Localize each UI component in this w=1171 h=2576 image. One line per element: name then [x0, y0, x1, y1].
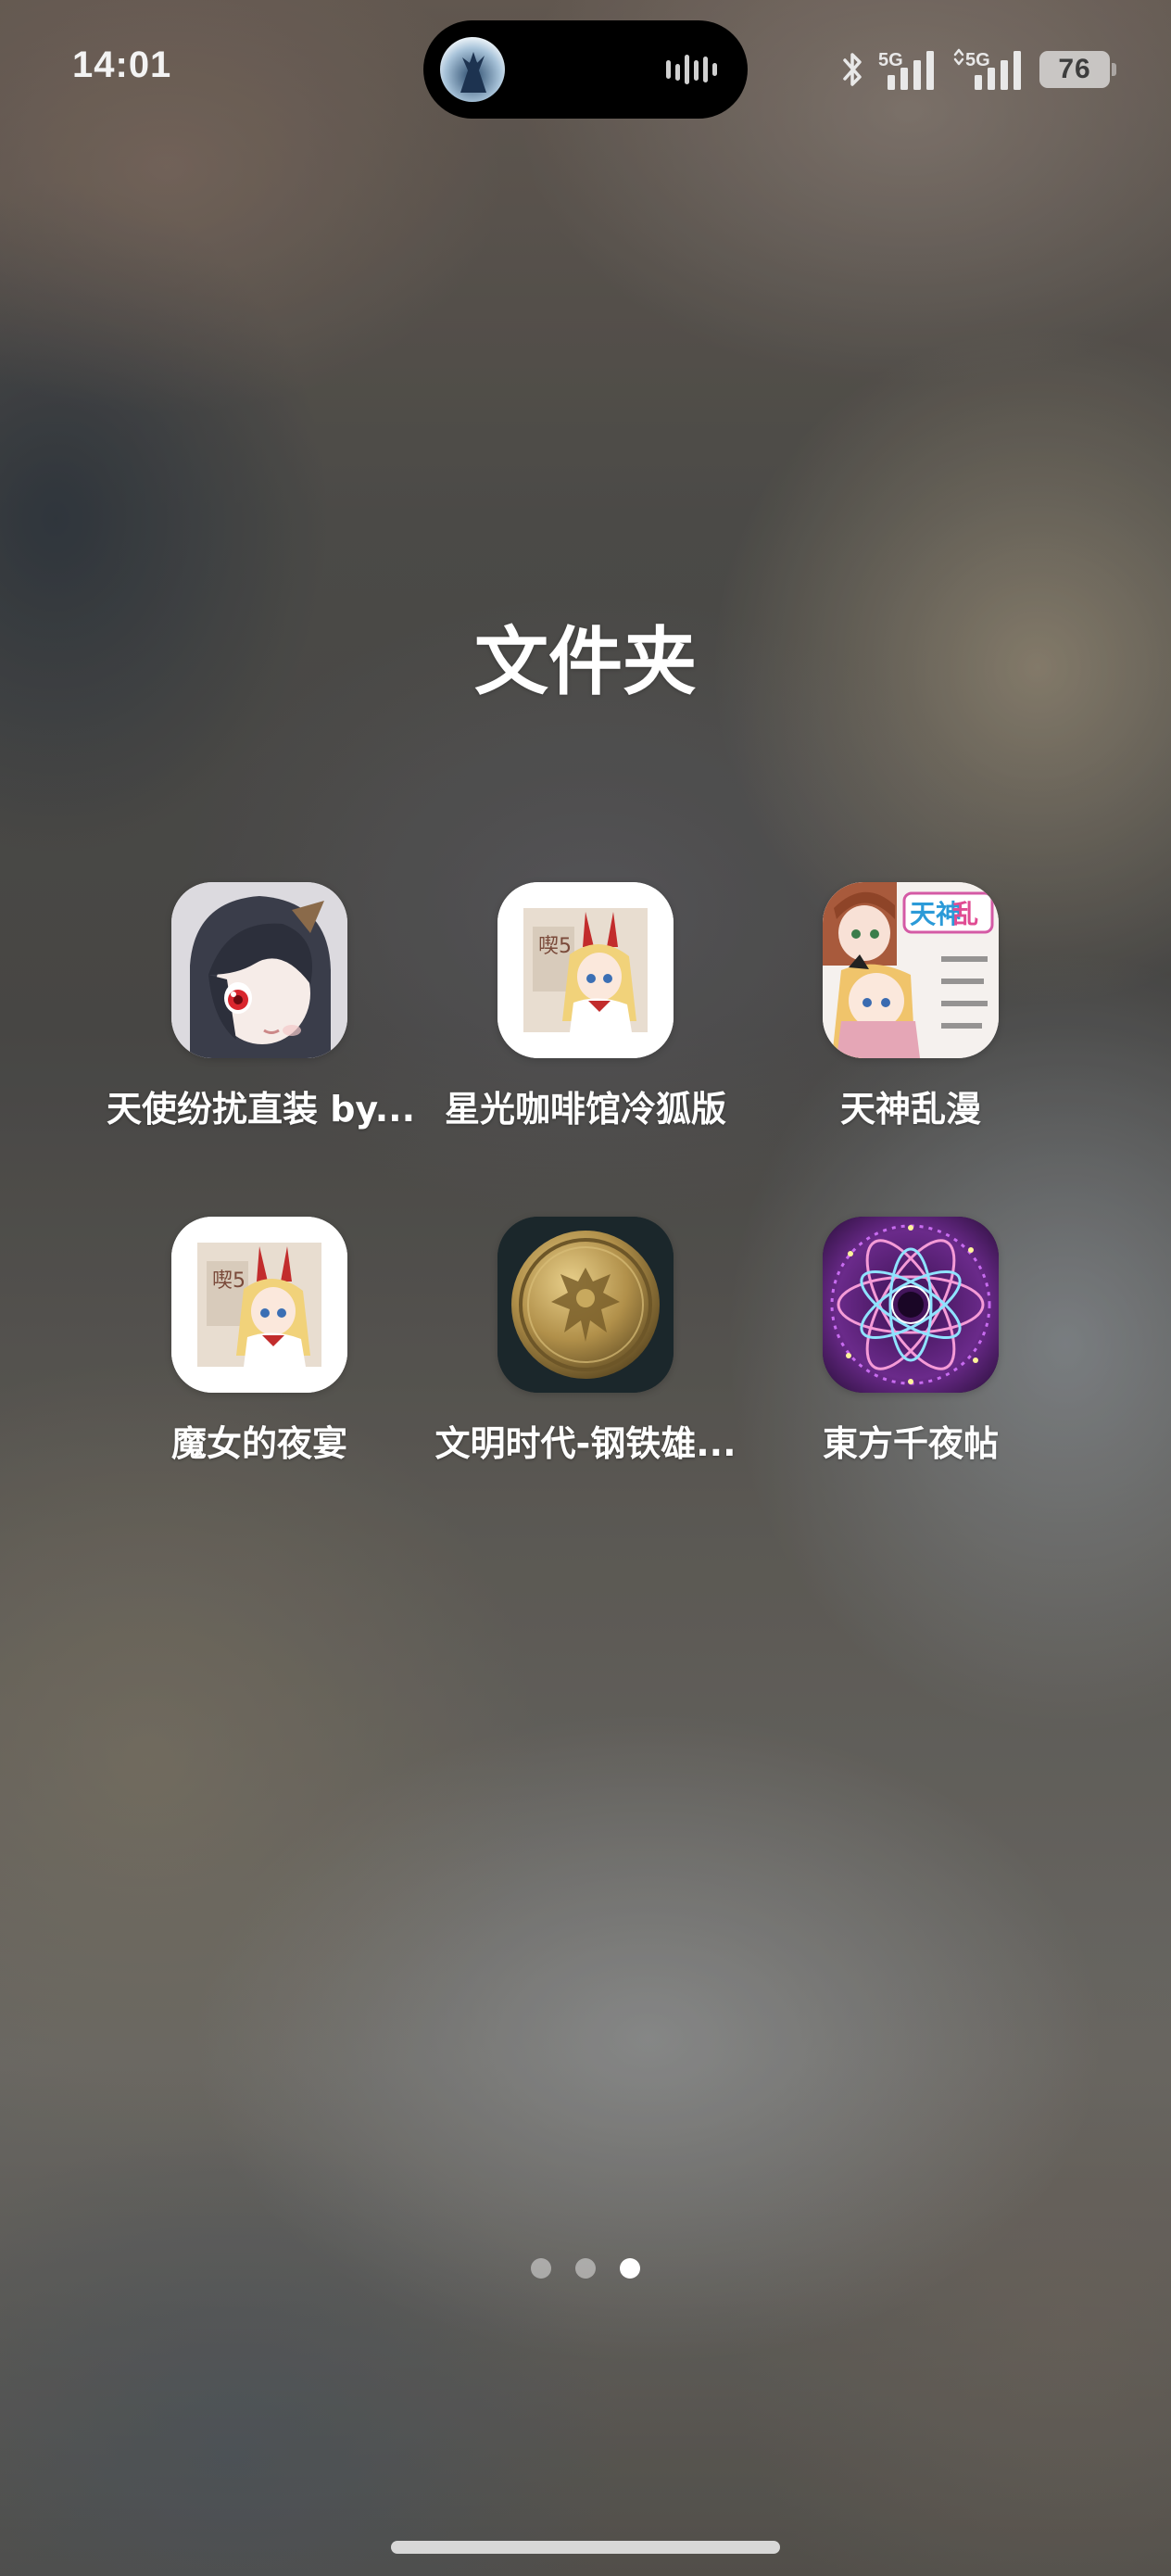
bluetooth-icon: [843, 53, 862, 86]
page-indicator[interactable]: [0, 2258, 1171, 2279]
svg-text:喫5: 喫5: [538, 935, 572, 958]
app-label: 文明时代-钢铁雄...: [434, 1423, 737, 1464]
anime-girl-bunny-ears-icon: 喫5: [171, 1217, 347, 1393]
app-xingguang-kafeiguan[interactable]: 喫5 星光咖啡馆冷狐版: [433, 882, 738, 1131]
app-tianshi-fenrao[interactable]: 天使纷扰直装 by...: [107, 882, 416, 1131]
status-bar: 14:01 5G 5G 76: [0, 0, 1171, 139]
app-label: 天使纷扰直装 by...: [107, 1089, 416, 1130]
page-dot-active[interactable]: [620, 2258, 640, 2279]
svg-text:5G: 5G: [878, 50, 903, 70]
app-label: 魔女的夜宴: [170, 1423, 347, 1464]
app-label: 星光咖啡馆冷狐版: [444, 1089, 726, 1130]
app-wenming-shidai[interactable]: 文明时代-钢铁雄...: [433, 1217, 738, 1466]
status-indicators: 5G 5G 76: [839, 46, 1116, 93]
anime-girl-bunny-ears-icon: 喫5: [497, 882, 674, 1058]
status-time: 14:01: [72, 44, 172, 85]
svg-text:5G: 5G: [965, 50, 990, 70]
app-monv-yeyan[interactable]: 喫5 魔女的夜宴: [107, 1217, 412, 1466]
anime-girls-poster-icon: 天神 乱: [823, 882, 999, 1058]
app-label: 天神乱漫: [839, 1089, 981, 1130]
battery-level: 76: [1058, 54, 1091, 84]
signal-5g-icon: 5G: [878, 50, 934, 90]
app-dongfang-qianyetie[interactable]: 東方千夜帖: [758, 1217, 1064, 1466]
page-dot[interactable]: [575, 2258, 596, 2279]
battery-icon: 76: [1039, 51, 1116, 88]
app-tianshen-luanman[interactable]: 天神 乱 天神乱漫: [758, 882, 1064, 1131]
page-dot[interactable]: [531, 2258, 551, 2279]
music-avatar-icon: [440, 37, 505, 102]
signal-5g-data-icon: 5G: [953, 48, 1021, 90]
purple-mandala-icon: [823, 1217, 999, 1393]
svg-text:喫5: 喫5: [212, 1269, 246, 1293]
svg-text:乱: 乱: [952, 899, 978, 929]
dynamic-island[interactable]: [423, 20, 748, 119]
audio-waveform-icon: [664, 51, 720, 88]
home-indicator[interactable]: [391, 2541, 780, 2554]
gold-coin-eagle-icon: [497, 1217, 674, 1393]
anime-girl-dark-hair-icon: [171, 882, 347, 1058]
folder-title[interactable]: 文件夹: [0, 602, 1171, 710]
app-label: 東方千夜帖: [822, 1423, 999, 1464]
